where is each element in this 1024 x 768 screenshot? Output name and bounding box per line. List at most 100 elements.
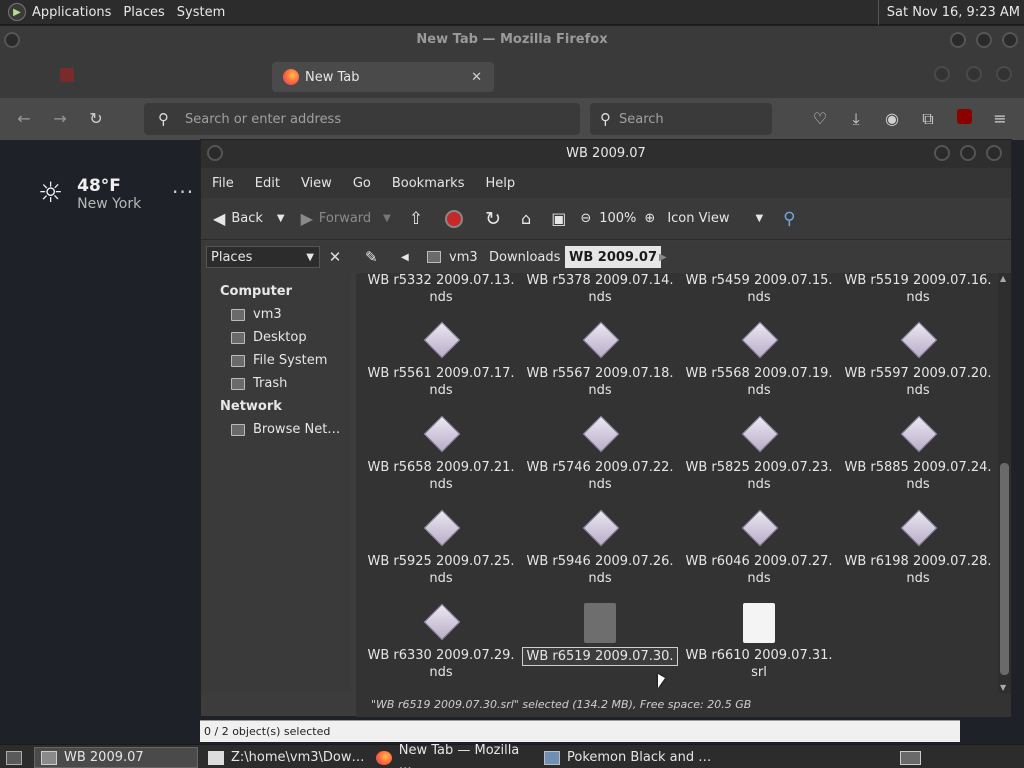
scroll-thumb[interactable] [1000,463,1009,675]
file-item[interactable]: WB r5567 2009.07.18. nds [521,321,679,399]
scrollbar[interactable]: ▲ ▼ [998,273,1011,693]
edit-location-icon[interactable]: ✎ [361,246,382,268]
file-item[interactable]: WB r5825 2009.07.23. nds [680,415,838,493]
forward-button[interactable]: ▶ Forward [301,209,372,228]
breadcrumb-current[interactable]: WB 2009.07 [565,246,661,268]
back-history-dropdown-icon[interactable]: ▼ [277,213,285,224]
taskbar-item-emulator[interactable]: Pokemon Black and … [538,747,718,768]
tabbar-close-button[interactable] [996,66,1012,82]
search-bar[interactable]: ⚲ Search [590,103,772,135]
url-bar[interactable]: ⚲ Search or enter address [144,103,580,135]
menu-edit[interactable]: Edit [244,176,290,191]
ublock-icon[interactable] [954,109,974,129]
weather-more-button[interactable]: ··· [172,180,194,204]
up-icon[interactable]: ⇧ [409,209,423,229]
file-item[interactable]: WB r5658 2009.07.21. nds [362,415,520,493]
file-item[interactable]: WB r6330 2009.07.29. nds [362,603,520,681]
menu-bookmarks[interactable]: Bookmarks [381,176,475,191]
reload-icon[interactable]: ↻ [485,208,501,230]
file-item[interactable]: WB r6198 2009.07.28. nds [839,509,997,587]
fm-close-button[interactable] [986,145,1002,161]
close-tab-icon[interactable]: ✕ [471,70,482,85]
menu-system[interactable]: System [171,5,231,20]
view-mode-select[interactable]: Icon View [667,211,729,226]
workspace-switcher[interactable] [894,747,928,768]
tabbar-maximize-button[interactable] [966,66,982,82]
breadcrumb-right-arrow-icon[interactable]: ▶ [655,246,671,268]
search-icon[interactable]: ⚲ [783,209,795,229]
file-item[interactable]: WB r5561 2009.07.17. nds [362,321,520,399]
search-icon: ⚲ [600,110,611,128]
forward-arrow-icon[interactable]: → [50,109,70,129]
tabbar-minimize-button[interactable] [934,66,950,82]
tab-pinned[interactable] [52,62,262,90]
pocket-icon[interactable]: ♡ [810,109,830,129]
fm-maximize-button[interactable] [960,145,976,161]
zoom-in-icon[interactable]: ⊕ [644,211,655,226]
fm-window-menu-button[interactable] [207,145,223,161]
account-icon[interactable]: ◉ [882,109,902,129]
window-menu-button[interactable] [4,32,20,48]
scroll-down-arrow-icon[interactable]: ▼ [1000,683,1006,692]
stop-icon[interactable] [445,209,464,228]
sidebar-item-vm3[interactable]: vm3 [231,307,282,322]
close-sidebar-icon[interactable]: ✕ [324,246,346,268]
file-item[interactable]: WB r5946 2009.07.26. nds [521,509,679,587]
home-icon[interactable]: ⌂ [521,209,531,228]
sidebar-type-select[interactable]: Places ▼ [206,246,320,268]
extensions-icon[interactable]: ⧉ [918,109,938,129]
downloads-icon[interactable]: ⤓ [846,109,866,129]
computer-icon[interactable]: ▣ [551,209,566,228]
file-item[interactable]: WB r6046 2009.07.27. nds [680,509,838,587]
back-button[interactable]: ◀ Back [213,209,263,228]
tab-new-tab[interactable]: New Tab ✕ [272,62,494,92]
scroll-up-arrow-icon[interactable]: ▲ [1000,274,1006,283]
file-item[interactable]: WB r5568 2009.07.19. nds [680,321,838,399]
icon-view[interactable]: WB r5332 2009.07.13. nds WB r5378 2009.07… [356,273,998,693]
menu-view[interactable]: View [290,176,342,191]
file-item[interactable]: WB r6610 2009.07.31. srl [680,603,838,681]
file-item[interactable]: WB r5378 2009.07.14. nds [521,273,679,306]
fm-minimize-button[interactable] [934,145,950,161]
taskbar-item-file-manager[interactable]: WB 2009.07 [34,747,198,768]
clock[interactable]: Sat Nov 16, 9:23 AM [877,0,1020,25]
applications-logo-icon[interactable]: ▶ [8,3,26,21]
menu-applications[interactable]: Applications [26,5,117,20]
forward-history-dropdown-icon[interactable]: ▼ [383,213,391,224]
menu-places[interactable]: Places [117,5,170,20]
close-window-button[interactable] [1002,32,1018,48]
menu-help[interactable]: Help [474,176,525,191]
file-item[interactable]: WB r5332 2009.07.13. nds [362,273,520,306]
sidebar-item-desktop[interactable]: Desktop [231,330,307,345]
file-item[interactable]: WB r5459 2009.07.15. nds [680,273,838,306]
reload-icon[interactable]: ↻ [86,109,106,129]
taskbar-item-firefox[interactable]: New Tab — Mozilla … [370,743,534,768]
breadcrumb-vm3[interactable]: vm3 [423,246,482,268]
rom-file-icon [580,415,620,455]
back-arrow-icon[interactable]: ← [14,109,34,129]
breadcrumb-left-arrow-icon[interactable]: ◀ [397,246,413,268]
minimize-button[interactable] [950,32,966,48]
file-item[interactable]: WB r5519 2009.07.16. nds [839,273,997,306]
taskbar-item-wine[interactable]: Z:\home\vm3\Dow… [202,747,366,768]
weather-widget[interactable]: ☼ 48°F New York [38,176,141,212]
hamburger-menu-icon[interactable]: ≡ [990,109,1010,129]
file-name-editing[interactable]: WB r6519 2009.07.30. [522,647,678,666]
maximize-button[interactable] [976,32,992,48]
file-name: WB r5925 2009.07.25. [367,554,515,569]
breadcrumb-downloads[interactable]: Downloads [485,246,564,268]
sidebar-item-browse-network[interactable]: Browse Net… [231,422,340,437]
zoom-out-icon[interactable]: ⊖ [580,211,591,226]
file-item[interactable]: WB r5885 2009.07.24. nds [839,415,997,493]
file-item[interactable]: WB r5746 2009.07.22. nds [521,415,679,493]
file-item-selected[interactable]: WB r6519 2009.07.30. [521,603,679,666]
view-mode-dropdown-icon[interactable]: ▼ [755,213,763,224]
menu-go[interactable]: Go [342,176,381,191]
menu-file[interactable]: File [201,176,244,191]
sidebar-item-file-system[interactable]: File System [231,353,327,368]
sidebar-item-trash[interactable]: Trash [231,376,287,391]
file-item[interactable]: WB r5925 2009.07.25. nds [362,509,520,587]
zoom-level[interactable]: 100% [599,211,636,226]
file-item[interactable]: WB r5597 2009.07.20. nds [839,321,997,399]
show-desktop-icon[interactable] [0,747,30,768]
